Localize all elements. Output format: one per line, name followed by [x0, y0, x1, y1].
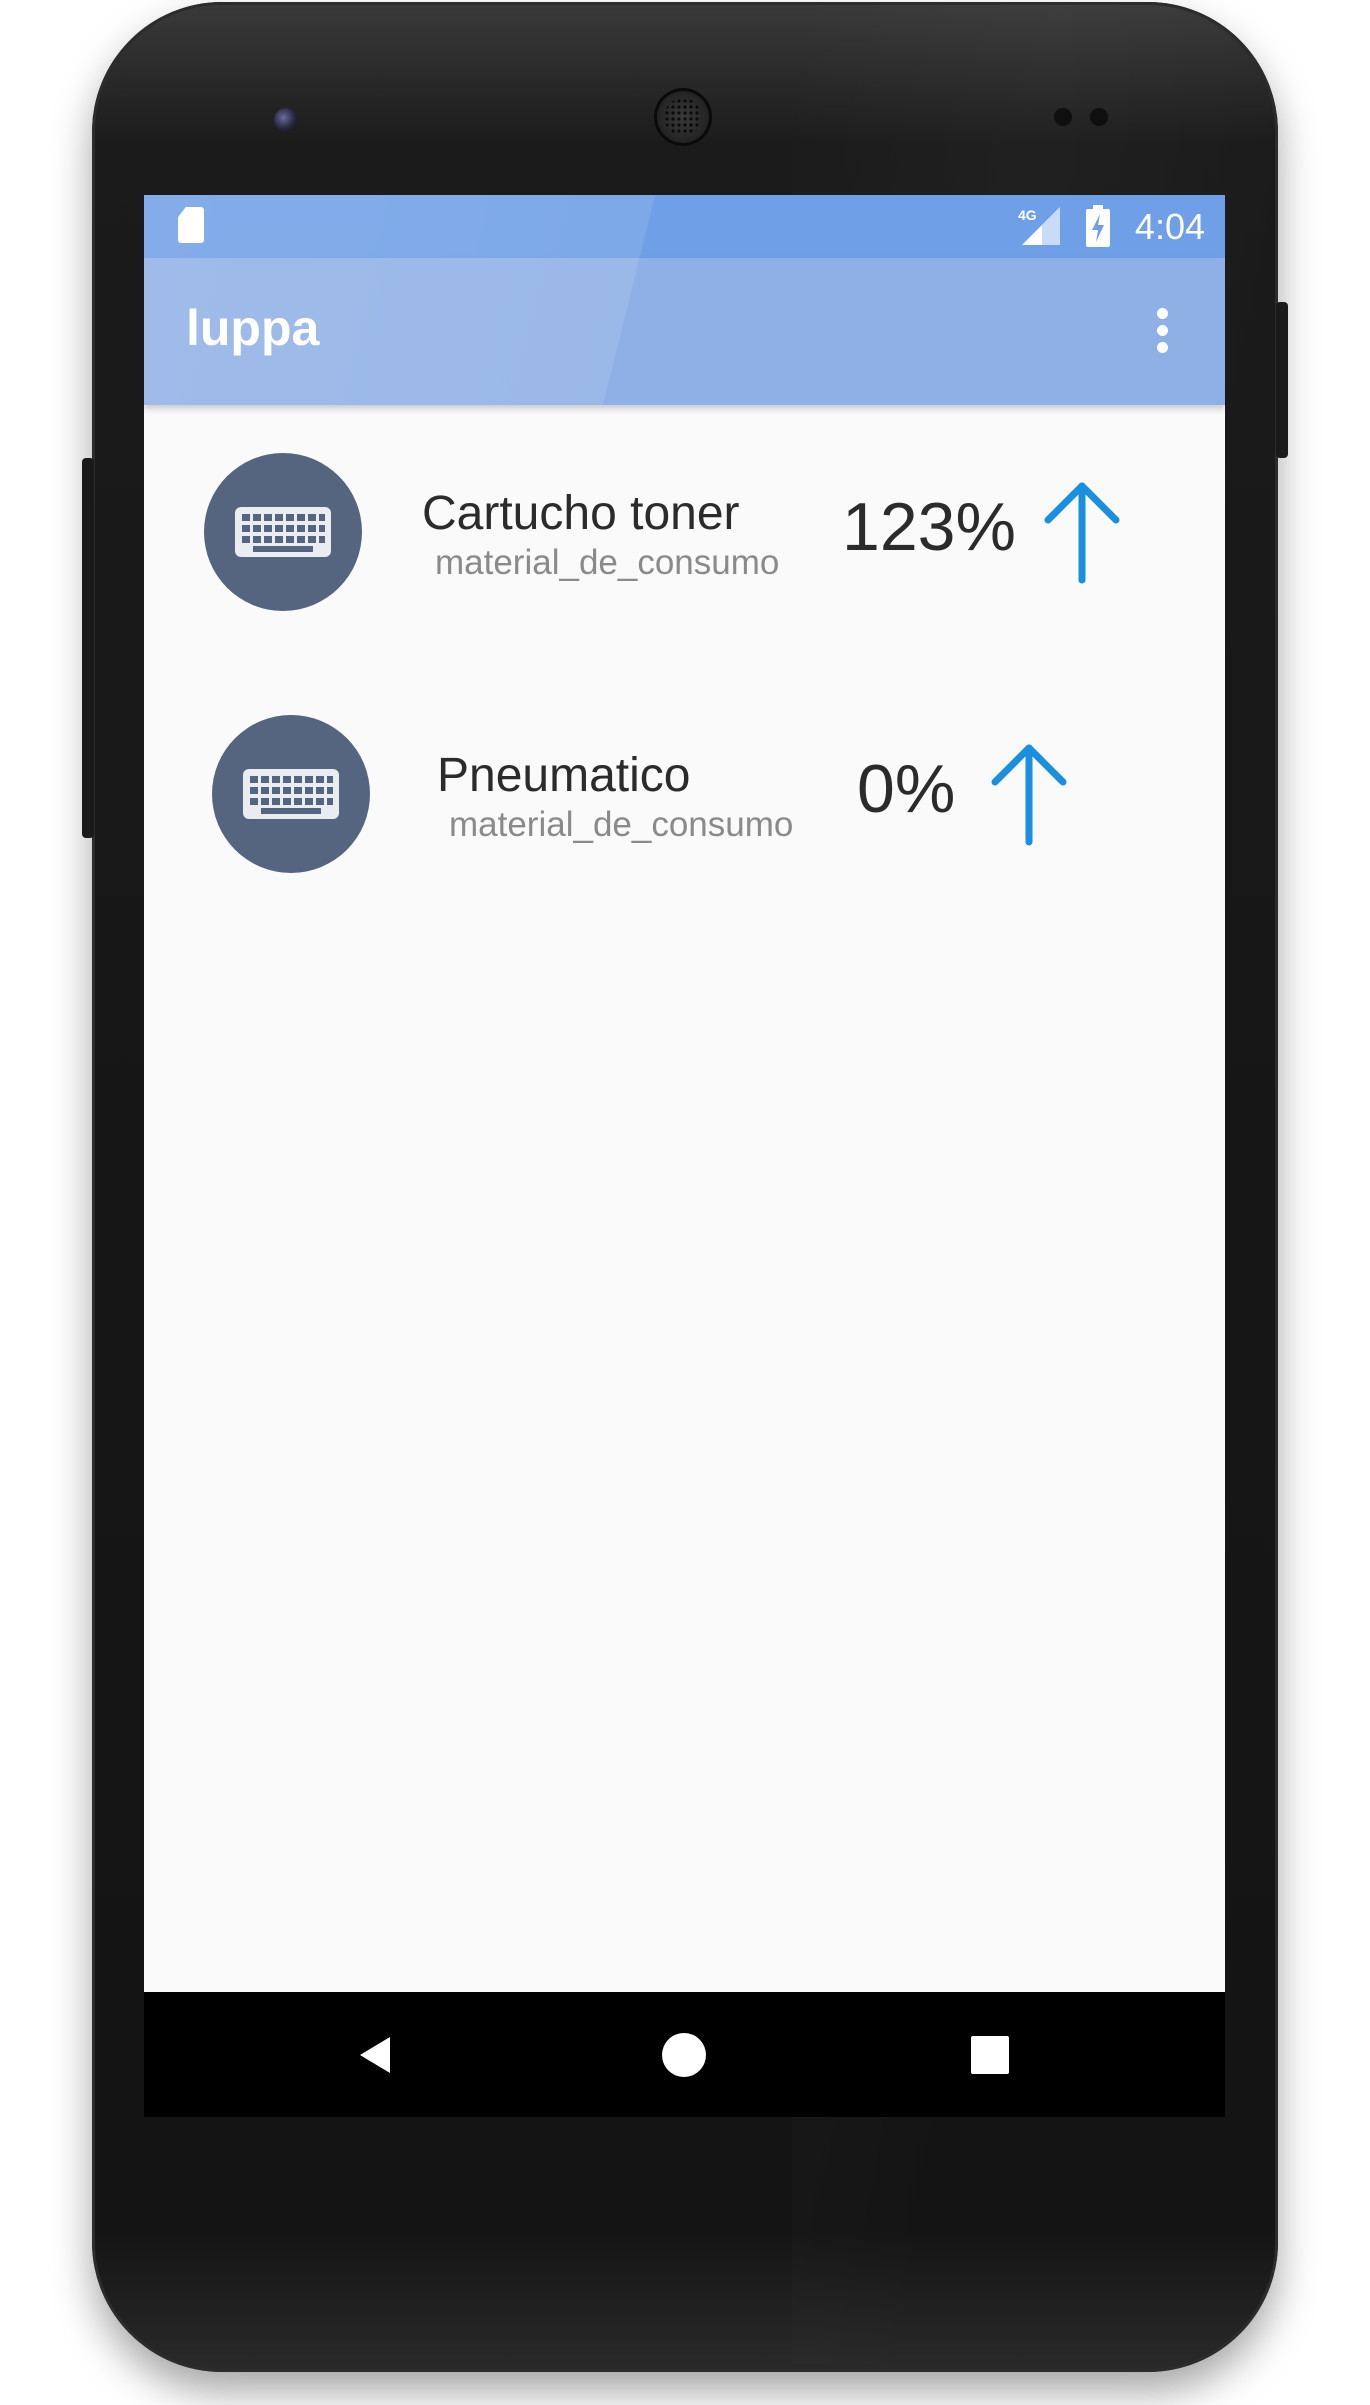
navigation-bar [144, 1992, 1225, 2117]
recents-icon[interactable] [947, 2012, 1033, 2098]
volume-button [82, 458, 94, 838]
proximity-sensor [1054, 108, 1072, 126]
item-subtitle: material_de_consumo [449, 805, 794, 844]
power-button [1276, 302, 1288, 458]
front-camera [274, 108, 298, 132]
keyboard-icon [243, 769, 339, 819]
battery-charging-icon [1086, 205, 1110, 247]
home-icon[interactable] [641, 2012, 727, 2098]
arrow-up-icon[interactable] [989, 742, 1069, 846]
status-bar: 4G 4:04 [144, 195, 1225, 258]
signal-icon [1022, 207, 1060, 245]
item-percent: 0% [857, 751, 956, 827]
list-item[interactable]: Pneumatico material_de_consumo 0% [144, 712, 1225, 912]
app-bar: luppa [144, 258, 1225, 405]
keyboard-icon [235, 507, 331, 557]
earpiece-speaker [654, 88, 712, 146]
item-avatar [204, 453, 362, 611]
status-time: 4:04 [1134, 206, 1205, 247]
item-avatar [212, 715, 370, 873]
list-item[interactable]: Cartucho toner material_de_consumo 123% [144, 450, 1225, 650]
more-vert-icon[interactable] [1144, 298, 1180, 362]
app-title: luppa [186, 300, 320, 356]
screen: 4G 4:04 luppa Cartucho toner material_de… [144, 195, 1225, 2117]
item-title: Cartucho toner [422, 487, 740, 540]
back-icon[interactable] [333, 2012, 419, 2098]
arrow-up-icon[interactable] [1042, 480, 1122, 584]
item-title: Pneumatico [437, 749, 691, 802]
sd-card-icon [178, 207, 204, 243]
item-percent: 123% [842, 489, 1016, 565]
light-sensor [1090, 108, 1108, 126]
item-subtitle: material_de_consumo [435, 543, 780, 582]
